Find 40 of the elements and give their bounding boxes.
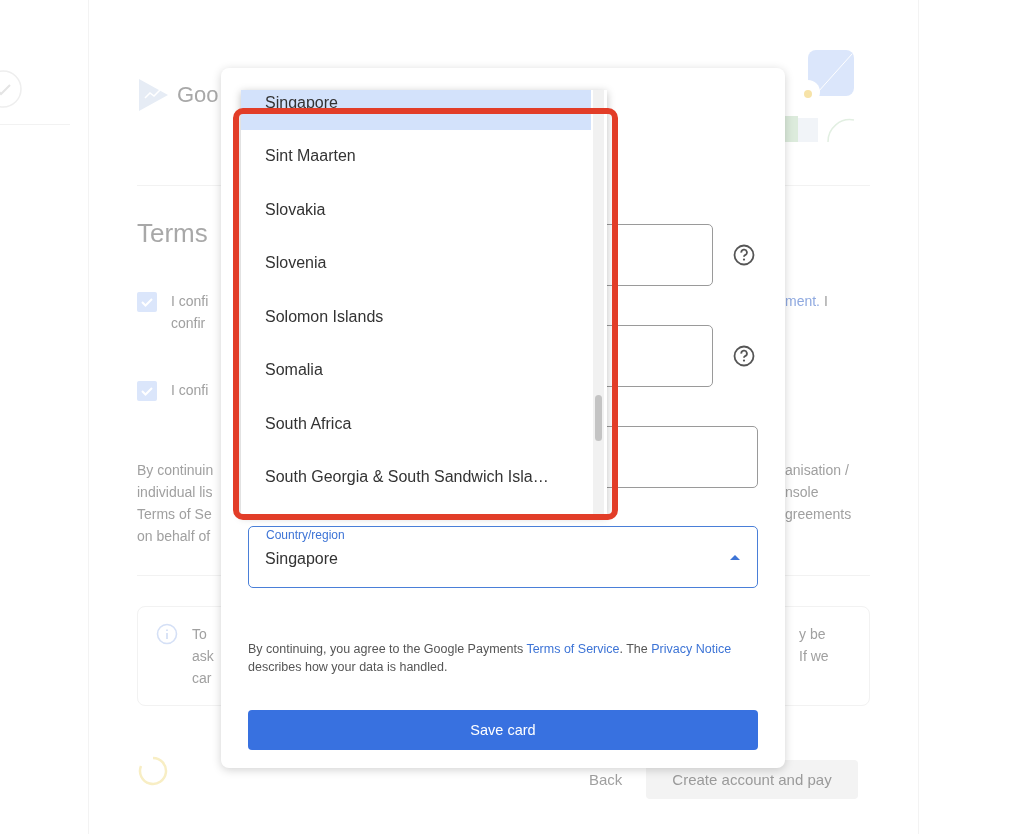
menu-item[interactable]: Sint Maarten [241,129,591,183]
select-value: Singapore [265,550,338,568]
terms-text: I confi [171,292,209,311]
terms-text: confir [171,314,207,333]
paragraph-text: nsole [785,483,820,502]
legal-text: By continuing, you agree to the Google Payments Terms of Service. The Privacy Notice describes how your data is handled. [248,641,733,676]
info-text: If we [799,647,829,666]
logo-text: Goo [177,82,219,108]
spinner-icon [137,755,169,787]
menu-item[interactable]: Slovakia [241,183,591,237]
menu-item[interactable]: South Africa [241,397,591,451]
section-heading: Terms [137,218,209,250]
caret-icon [729,553,741,561]
scrollbar-thumb[interactable] [595,395,602,441]
info-text: y be [799,625,827,644]
menu-item[interactable]: South Georgia & South Sandwich Isla… [241,450,591,504]
paragraph-text: on behalf of [137,527,212,546]
terms-text: I confi [171,381,209,400]
paragraph-text: By continuin [137,461,214,480]
privacy-link[interactable]: Privacy Notice [651,642,732,656]
terms-text: I [824,292,828,311]
menu-item[interactable]: Somalia [241,343,591,397]
terms-link[interactable]: Terms of Service [526,642,620,656]
info-text: ask [192,647,214,666]
help-icon[interactable] [733,345,755,367]
checkbox[interactable] [137,292,157,312]
checkbox[interactable] [137,381,157,401]
paragraph-text: individual lis [137,483,214,502]
paragraph-text: anisation / [785,461,850,480]
paragraph-text: greements [785,505,852,524]
info-text: car [192,669,213,688]
menu-item[interactable]: Solomon Islands [241,290,591,344]
info-text: To [192,625,208,644]
save-card-button[interactable]: Save card [248,710,758,750]
menu-item[interactable]: Slovenia [241,236,591,290]
play-logo-icon [137,78,169,112]
scrollbar[interactable] [593,90,604,515]
help-icon[interactable] [733,244,755,266]
paragraph-text: Terms of Se [137,505,213,524]
info-icon [156,623,178,645]
